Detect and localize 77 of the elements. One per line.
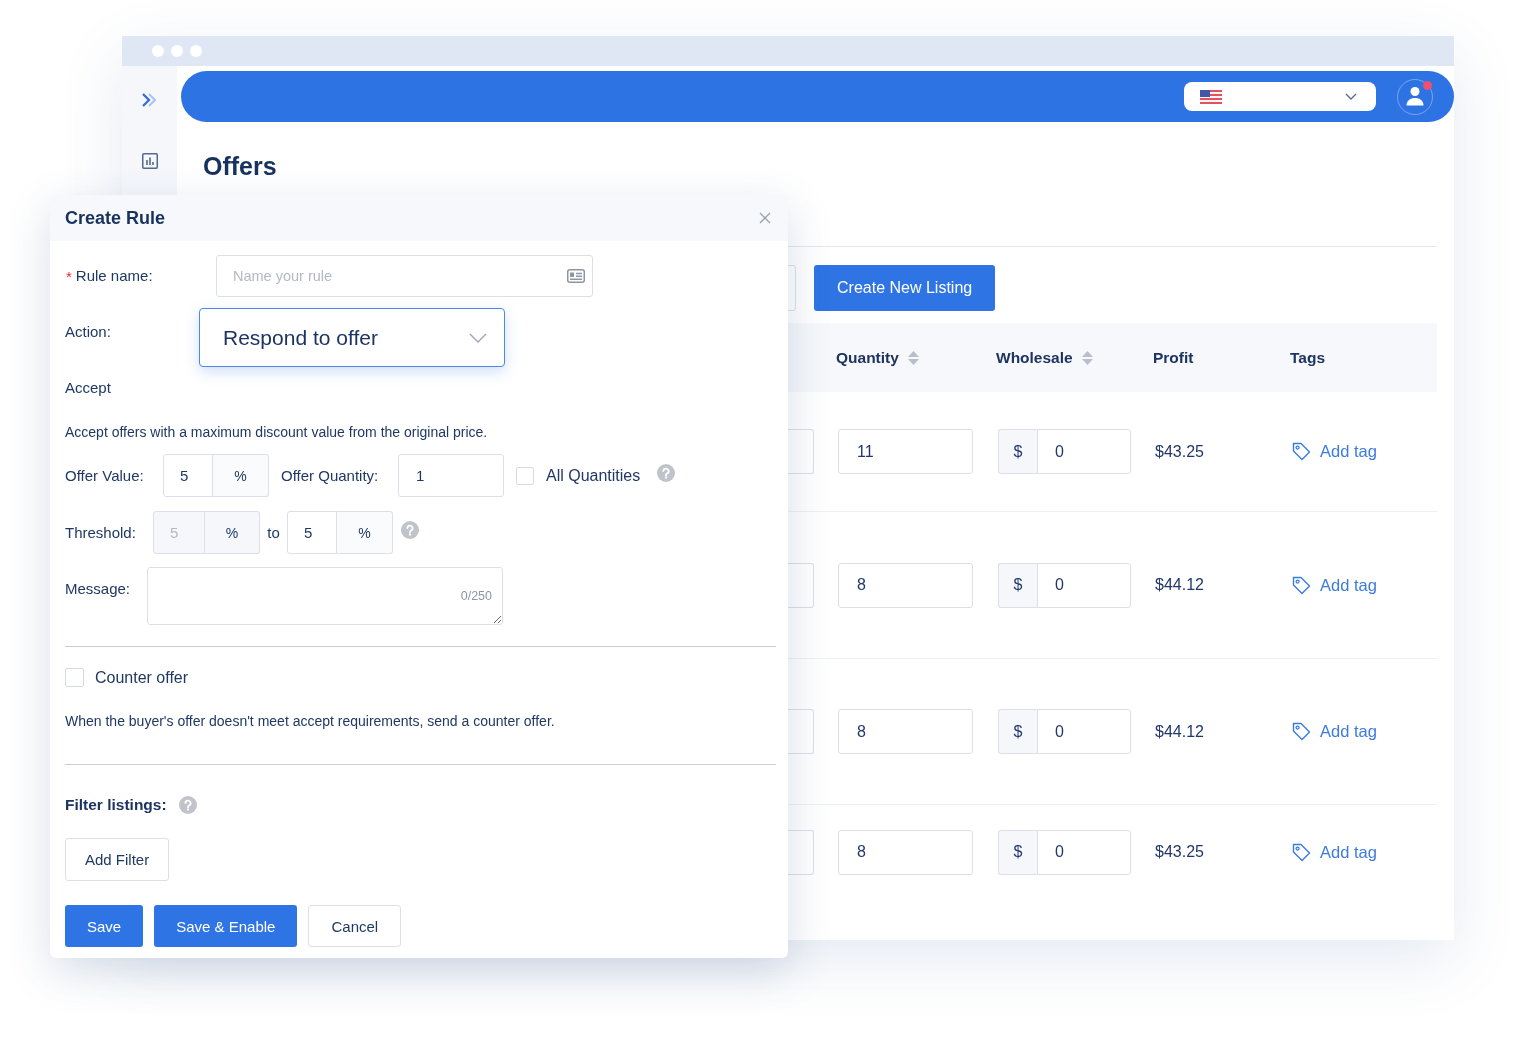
action-select[interactable]: Respond to offer — [199, 308, 505, 367]
tag-icon — [1292, 722, 1311, 741]
sort-icon[interactable] — [907, 350, 919, 365]
field-label: Rule name: — [75, 267, 153, 285]
help-icon[interactable] — [657, 464, 676, 482]
quantity-field[interactable]: 8 — [838, 562, 973, 608]
quantity-field[interactable]: 8 — [838, 829, 973, 875]
profit-text: $43.25 — [1155, 843, 1205, 861]
add-tag-link[interactable]: Add tag — [1292, 722, 1377, 741]
range-separator: to — [266, 523, 281, 542]
tag-icon — [1292, 842, 1311, 862]
description-text: When the buyer's offer doesn't meet accept requirements, send a counter offer. — [65, 713, 555, 730]
required-mark: * — [66, 267, 72, 285]
currency-label: $ — [998, 709, 1037, 754]
currency-label: $ — [998, 829, 1037, 875]
currency-label: $ — [998, 562, 1037, 608]
add-tag-link[interactable]: Add tag — [1292, 575, 1377, 595]
quantity-field[interactable]: 1 — [398, 454, 504, 497]
section-heading: Accept — [65, 379, 111, 397]
window-dot-icon — [152, 45, 164, 57]
wholesale-field[interactable]: 0 — [1037, 429, 1131, 474]
create-listing-button[interactable]: Create New Listing — [814, 265, 996, 311]
add-filter-button[interactable]: Add Filter — [65, 838, 170, 881]
unit-label: % — [337, 511, 393, 554]
checkbox-label: All Quantities — [546, 466, 641, 485]
language-select[interactable] — [1184, 82, 1376, 111]
column-header: Quantity — [836, 348, 899, 367]
number-field[interactable]: 5 — [287, 511, 337, 554]
wholesale-field[interactable]: 0 — [1037, 829, 1131, 875]
window-dot-icon — [190, 45, 202, 57]
field-label: Offer Value: — [65, 466, 145, 485]
rule-name-field[interactable]: Name your rule — [216, 255, 593, 297]
add-tag-link[interactable]: Add tag — [1292, 842, 1377, 862]
sort-icon[interactable] — [1081, 350, 1093, 365]
wholesale-field[interactable]: 0 — [1037, 562, 1131, 608]
field-label: Message: — [65, 579, 132, 598]
close-icon[interactable] — [759, 212, 771, 224]
unit-label: % — [213, 454, 269, 497]
column-header: Wholesale — [996, 348, 1073, 367]
checkbox[interactable] — [65, 668, 84, 687]
field-label: Threshold: — [65, 523, 137, 542]
primary-button[interactable]: Save & Enable — [154, 905, 298, 947]
tag-icon — [1292, 442, 1311, 461]
description-text: Accept offers with a maximum discount value from the original price. — [65, 424, 488, 441]
profit-text: $44.12 — [1155, 722, 1205, 741]
currency-label: $ — [998, 429, 1037, 474]
number-field[interactable]: 5 — [163, 454, 213, 497]
secondary-button[interactable]: Cancel — [308, 905, 402, 947]
chevron-down-icon — [1345, 93, 1357, 100]
add-tag-link[interactable]: Add tag — [1292, 442, 1377, 461]
help-icon[interactable] — [401, 521, 419, 539]
checkbox[interactable] — [516, 466, 534, 485]
dialog-title: Create Rule — [65, 207, 166, 229]
profit-text: $43.25 — [1155, 442, 1205, 461]
us-flag-icon — [1200, 89, 1222, 104]
message-field[interactable] — [147, 567, 503, 625]
bar-chart-icon[interactable] — [141, 153, 158, 169]
help-icon[interactable] — [178, 796, 197, 814]
primary-button[interactable]: Save — [65, 905, 144, 947]
quantity-field[interactable]: 11 — [838, 429, 973, 474]
window-dot-icon — [171, 45, 183, 57]
chevron-down-icon — [469, 332, 487, 343]
unit-label: % — [205, 511, 260, 554]
person-icon — [1405, 85, 1425, 106]
column-header: Tags — [1290, 348, 1326, 367]
profit-text: $44.12 — [1155, 576, 1205, 594]
id-card-icon — [567, 269, 585, 283]
quantity-field[interactable]: 8 — [838, 709, 973, 754]
field-label: Offer Quantity: — [281, 466, 380, 485]
field-label: Action: — [65, 322, 112, 341]
column-header: Profit — [1153, 348, 1194, 367]
tag-icon — [1292, 575, 1311, 595]
section-heading: Filter listings: — [65, 796, 167, 814]
wholesale-field[interactable]: 0 — [1037, 709, 1131, 754]
checkbox-label: Counter offer — [95, 668, 189, 687]
page-title: Offers — [203, 151, 277, 181]
char-counter: 0/250 — [460, 589, 492, 603]
